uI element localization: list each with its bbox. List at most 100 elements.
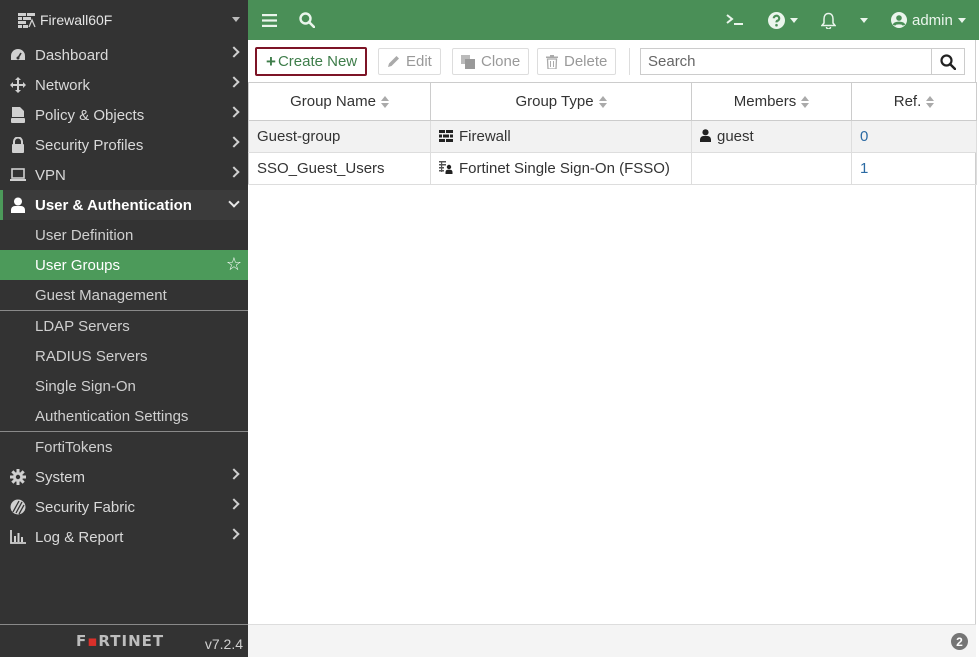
edit-button[interactable]: Edit <box>378 48 441 75</box>
network-icon <box>10 77 26 93</box>
column-header-members[interactable]: Members <box>691 82 852 121</box>
column-label: Ref. <box>893 93 922 110</box>
sidebar-item-vpn[interactable]: VPN <box>0 160 248 190</box>
status-bar: 2 <box>248 624 976 657</box>
column-header-ref[interactable]: Ref. <box>851 82 977 121</box>
sidebar-item-policy-objects[interactable]: Policy & Objects <box>0 100 248 130</box>
cli-console-icon[interactable] <box>726 0 744 40</box>
sidebar-item-label: VPN <box>35 166 66 184</box>
sidebar-item-label: User & Authentication <box>35 196 192 214</box>
cell-group-name: SSO_Guest_Users <box>248 152 431 185</box>
main-content: + Create New Edit Clone Delete Group Nam… <box>248 40 977 657</box>
sidebar-subitem-radius-servers[interactable]: RADIUS Servers <box>0 341 248 371</box>
cell-ref[interactable]: 0 <box>851 120 977 153</box>
row-count-badge: 2 <box>951 633 968 650</box>
table-header-row: Group Name Group Type Members Ref. <box>248 82 977 121</box>
search-input[interactable] <box>641 49 931 74</box>
trash-icon <box>546 54 558 69</box>
chevron-down-icon <box>860 17 868 23</box>
firewall-device-icon <box>18 12 36 28</box>
sidebar-subitem-single-sign-on[interactable]: Single Sign-On <box>0 371 248 401</box>
table-row[interactable]: Guest-group Firewall guest 0 <box>248 120 977 153</box>
sidebar-item-label: Log & Report <box>35 528 124 546</box>
create-new-button[interactable]: + Create New <box>255 47 368 76</box>
help-menu[interactable] <box>768 0 798 40</box>
chevron-down-icon <box>232 17 240 22</box>
sidebar-footer: F▪RTINET v7.2.4 <box>0 624 248 657</box>
column-header-group-name[interactable]: Group Name <box>248 82 431 121</box>
notifications-bell-icon[interactable] <box>821 0 836 40</box>
sidebar-item-label: FortiTokens <box>35 438 113 456</box>
chevron-right-icon <box>228 468 240 480</box>
clone-icon <box>461 54 475 69</box>
chevron-right-icon <box>228 106 240 118</box>
version-label: v7.2.4 <box>204 636 243 652</box>
sidebar-subitem-user-definition[interactable]: User Definition <box>0 220 248 250</box>
pencil-icon <box>387 55 400 68</box>
user-icon <box>10 197 26 213</box>
sidebar-item-user-authentication[interactable]: User & Authentication <box>0 190 248 220</box>
sidebar-item-label: System <box>35 468 86 486</box>
dropdown-menu[interactable] <box>855 0 868 40</box>
laptop-icon <box>10 167 26 183</box>
chevron-down-icon <box>957 17 966 23</box>
fabric-icon <box>10 499 26 515</box>
sidebar-subitem-authentication-settings[interactable]: Authentication Settings <box>0 401 248 431</box>
column-label: Group Name <box>290 93 376 110</box>
cell-members <box>691 152 852 185</box>
table-row[interactable]: SSO_Guest_Users Fortinet Single Sign-On … <box>248 152 977 185</box>
sidebar-subitem-guest-management[interactable]: Guest Management <box>0 280 248 310</box>
star-icon[interactable]: ☆ <box>226 255 242 273</box>
sidebar-item-label: LDAP Servers <box>35 317 130 335</box>
user-circle-icon <box>891 12 907 28</box>
chevron-right-icon <box>228 528 240 540</box>
sidebar-item-log-report[interactable]: Log & Report <box>0 522 248 552</box>
logo-text: F <box>76 632 88 650</box>
sidebar-item-security-profiles[interactable]: Security Profiles <box>0 130 248 160</box>
sort-icon <box>926 96 935 109</box>
sidebar-subitem-ldap-servers[interactable]: LDAP Servers <box>0 311 248 341</box>
user-groups-table: Group Name Group Type Members Ref. Guest… <box>248 82 977 185</box>
sidebar-item-label: User Groups <box>35 256 121 274</box>
button-label: Clone <box>481 53 521 70</box>
device-selector[interactable]: Firewall60F <box>0 0 248 40</box>
sidebar-item-security-fabric[interactable]: Security Fabric <box>0 492 248 522</box>
sidebar-item-dashboard[interactable]: Dashboard <box>0 40 248 70</box>
chevron-right-icon <box>228 498 240 510</box>
chevron-down-icon <box>228 196 240 208</box>
delete-button[interactable]: Delete <box>537 48 617 75</box>
admin-label: admin <box>912 11 953 29</box>
sidebar: Firewall60F Dashboard Network Policy & O… <box>0 0 248 657</box>
button-label: Create New <box>277 53 358 70</box>
sidebar-item-label: Network <box>35 76 91 94</box>
dashboard-icon <box>10 47 26 63</box>
fsso-icon <box>439 161 453 175</box>
plus-icon: + <box>266 51 276 71</box>
cell-group-type: Firewall <box>430 120 692 153</box>
chevron-right-icon <box>228 166 240 178</box>
sidebar-item-label: Dashboard <box>35 46 109 64</box>
sidebar-subitem-user-groups[interactable]: User Groups ☆ <box>0 250 248 280</box>
hamburger-menu-icon[interactable] <box>262 0 277 40</box>
fortinet-logo: F▪RTINET <box>76 632 164 650</box>
sort-icon <box>801 96 810 109</box>
sidebar-subitem-fortitokens[interactable]: FortiTokens <box>0 432 248 462</box>
toolbar: + Create New Edit Clone Delete <box>248 40 975 82</box>
sidebar-item-label: Guest Management <box>35 286 167 304</box>
sidebar-item-system[interactable]: System <box>0 462 248 492</box>
search-button[interactable] <box>931 49 964 74</box>
clone-button[interactable]: Clone <box>452 48 530 75</box>
sidebar-item-label: Security Profiles <box>35 136 144 154</box>
chart-icon <box>10 529 26 545</box>
sidebar-item-label: Security Fabric <box>35 498 136 516</box>
policy-icon <box>10 107 26 123</box>
search-icon[interactable] <box>299 0 315 40</box>
sidebar-item-label: Policy & Objects <box>35 106 145 124</box>
sidebar-item-network[interactable]: Network <box>0 70 248 100</box>
chevron-right-icon <box>228 46 240 58</box>
cell-ref[interactable]: 1 <box>851 152 977 185</box>
admin-user-menu[interactable]: admin <box>891 0 966 40</box>
top-bar: admin <box>248 0 979 40</box>
help-icon <box>768 11 785 29</box>
column-header-group-type[interactable]: Group Type <box>430 82 692 121</box>
